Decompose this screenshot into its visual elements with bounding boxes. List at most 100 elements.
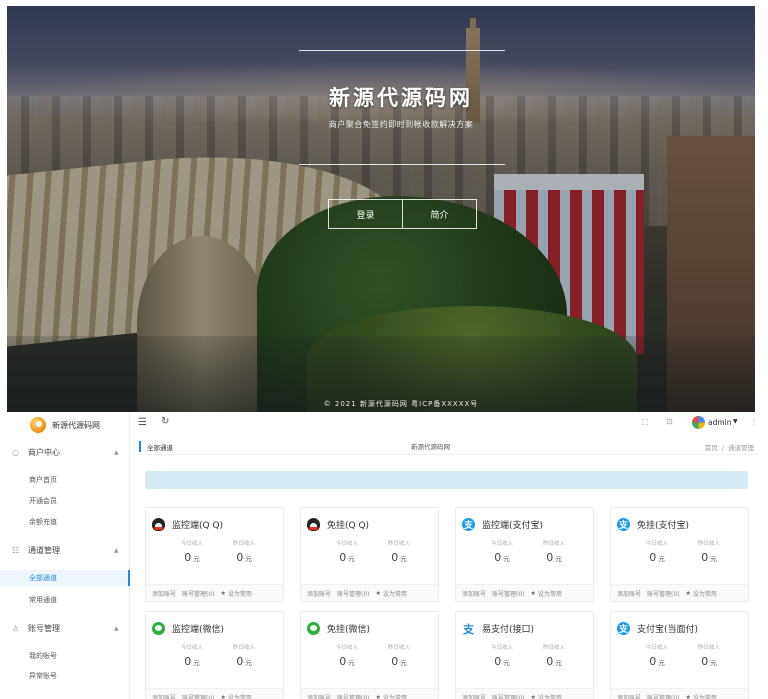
- manage-accounts-link[interactable]: 账号管理(0): [647, 589, 680, 598]
- yesterday-income-label: 昨日收入: [232, 541, 255, 547]
- yesterday-income-label: 昨日收入: [542, 541, 565, 547]
- yesterday-income-value-wrap: 0元: [683, 655, 735, 668]
- sidebar-item-abnormal-accounts[interactable]: 异常账号: [0, 668, 130, 684]
- today-income-value-wrap: 0元: [631, 551, 683, 564]
- star-icon[interactable]: ★: [376, 590, 381, 597]
- lock-icon[interactable]: ⊡: [666, 417, 673, 426]
- caret-down-icon[interactable]: ▼: [733, 418, 738, 425]
- today-income: 今日收入 0元: [321, 539, 373, 564]
- channel-stats: 今日收入 0元 昨日收入 0元: [301, 643, 438, 673]
- add-account-link[interactable]: 添加账号: [617, 693, 641, 699]
- channel-title: 免挂(支付宝): [637, 521, 690, 531]
- manage-accounts-link[interactable]: 账号管理(0): [492, 693, 525, 699]
- intro-button[interactable]: 简介: [402, 200, 476, 228]
- wechat-icon: [307, 622, 320, 635]
- channel-card-footer: 添加账号 账号管理(0) ★ 设为常用: [456, 584, 593, 601]
- user-name[interactable]: admin: [708, 418, 732, 427]
- today-income-value-wrap: 0元: [476, 655, 528, 668]
- currency-unit: 元: [503, 659, 510, 667]
- sidebar-item-recharge[interactable]: 余额充值: [0, 514, 130, 530]
- set-favorite-link[interactable]: 设为常用: [383, 589, 407, 598]
- star-icon[interactable]: ★: [531, 590, 536, 597]
- tab-all-channels[interactable]: 全部通道: [139, 441, 173, 452]
- login-button[interactable]: 登录: [329, 200, 402, 228]
- breadcrumb-home[interactable]: 首页: [705, 444, 718, 452]
- star-icon[interactable]: ★: [686, 590, 691, 597]
- yesterday-income: 昨日收入 0元: [373, 643, 425, 668]
- sidebar-group-label: 账号管理: [28, 623, 60, 633]
- channel-card-header: 监控端(微信): [152, 622, 224, 635]
- currency-unit: 元: [245, 659, 252, 667]
- yesterday-income-label: 昨日收入: [387, 645, 410, 651]
- channel-card: 易支付(接口) 今日收入 0元 昨日收入 0元 添加账号 账号管理(0) ★设为…: [455, 611, 594, 699]
- hero-subtitle: 商户聚合免签约即时到帐收款解决方案: [328, 120, 474, 129]
- manage-accounts-link[interactable]: 账号管理(0): [182, 693, 215, 699]
- add-account-link[interactable]: 添加账号: [152, 589, 176, 598]
- star-icon[interactable]: ★: [376, 694, 381, 699]
- currency-unit: 元: [658, 659, 665, 667]
- manage-accounts-link[interactable]: 账号管理(0): [647, 693, 680, 699]
- today-income-label: 今日收入: [335, 541, 358, 547]
- set-favorite-link[interactable]: 设为常用: [228, 589, 252, 598]
- set-favorite-link[interactable]: 设为常用: [228, 693, 252, 699]
- star-icon[interactable]: ★: [686, 694, 691, 699]
- today-income: 今日收入 0元: [476, 539, 528, 564]
- sidebar-item-open-member[interactable]: 开通会员: [0, 493, 130, 509]
- fullscreen-icon[interactable]: ⛶: [642, 418, 648, 428]
- today-income-value: 0: [494, 551, 502, 564]
- sidebar-item-all-channels[interactable]: 全部通道: [0, 570, 130, 586]
- set-favorite-link[interactable]: 设为常用: [383, 693, 407, 699]
- menu-icon[interactable]: ☰: [138, 417, 147, 428]
- manage-accounts-link[interactable]: 账号管理(0): [182, 589, 215, 598]
- channel-card-footer: 添加账号 账号管理(0) ★ 设为常用: [611, 584, 748, 601]
- currency-unit: 元: [503, 555, 510, 563]
- channel-card-header: 免挂(Q Q): [307, 518, 369, 531]
- currency-unit: 元: [245, 555, 252, 563]
- today-income-label: 今日收入: [645, 645, 668, 651]
- add-account-link[interactable]: 添加账号: [617, 589, 641, 598]
- hero-title: 新源代源码网: [329, 86, 473, 110]
- channel-card-header: 免挂(支付宝): [617, 518, 689, 531]
- alipay-icon: [617, 518, 630, 531]
- channel-card: 支付宝(当面付) 今日收入 0元 昨日收入 0元 添加账号 账号管理(0) ★设…: [610, 611, 749, 699]
- yipay-icon: [462, 621, 475, 637]
- set-favorite-link[interactable]: 设为常用: [538, 589, 562, 598]
- yesterday-income-label: 昨日收入: [697, 541, 720, 547]
- star-icon[interactable]: ★: [531, 694, 536, 699]
- add-account-link[interactable]: 添加账号: [462, 693, 486, 699]
- sidebar-item-my-accounts[interactable]: 我的账号: [0, 648, 130, 664]
- sidebar-group-label: 通道管理: [28, 545, 60, 555]
- brand[interactable]: 新源代源码网: [30, 416, 100, 434]
- set-favorite-link[interactable]: 设为常用: [693, 693, 717, 699]
- more-icon[interactable]: ⋮: [750, 417, 758, 426]
- sidebar-group-accounts[interactable]: ♙ 账号管理 ▲: [0, 620, 130, 636]
- sidebar-group-channels[interactable]: ☷ 通道管理 ▲: [0, 542, 130, 558]
- channel-card-header: 支付宝(当面付): [617, 622, 698, 635]
- today-income-value: 0: [494, 655, 502, 668]
- manage-accounts-link[interactable]: 账号管理(0): [492, 589, 525, 598]
- yesterday-income: 昨日收入 0元: [218, 539, 270, 564]
- add-account-link[interactable]: 添加账号: [307, 693, 331, 699]
- yesterday-income-value: 0: [701, 551, 709, 564]
- sidebar-item-merchant-home[interactable]: 商户首页: [0, 472, 130, 488]
- avatar[interactable]: [692, 416, 705, 429]
- sidebar-group-merchant[interactable]: ○ 商户中心 ▲: [0, 444, 130, 460]
- star-icon[interactable]: ★: [221, 590, 226, 597]
- sidebar-item-common-channels[interactable]: 常用通道: [0, 592, 130, 608]
- channel-title: 监控端(微信): [172, 625, 225, 635]
- wechat-icon: [152, 622, 165, 635]
- channel-card-header: 监控端(Q Q): [152, 518, 223, 531]
- refresh-icon[interactable]: ↻: [161, 416, 169, 427]
- manage-accounts-link[interactable]: 账号管理(0): [337, 589, 370, 598]
- grid-icon: ☷: [12, 545, 20, 555]
- yesterday-income: 昨日收入 0元: [683, 539, 735, 564]
- add-account-link[interactable]: 添加账号: [307, 589, 331, 598]
- star-icon[interactable]: ★: [221, 694, 226, 699]
- today-income-value-wrap: 0元: [321, 655, 373, 668]
- add-account-link[interactable]: 添加账号: [462, 589, 486, 598]
- user-icon: ♙: [12, 623, 20, 633]
- add-account-link[interactable]: 添加账号: [152, 693, 176, 699]
- set-favorite-link[interactable]: 设为常用: [693, 589, 717, 598]
- manage-accounts-link[interactable]: 账号管理(0): [337, 693, 370, 699]
- set-favorite-link[interactable]: 设为常用: [538, 693, 562, 699]
